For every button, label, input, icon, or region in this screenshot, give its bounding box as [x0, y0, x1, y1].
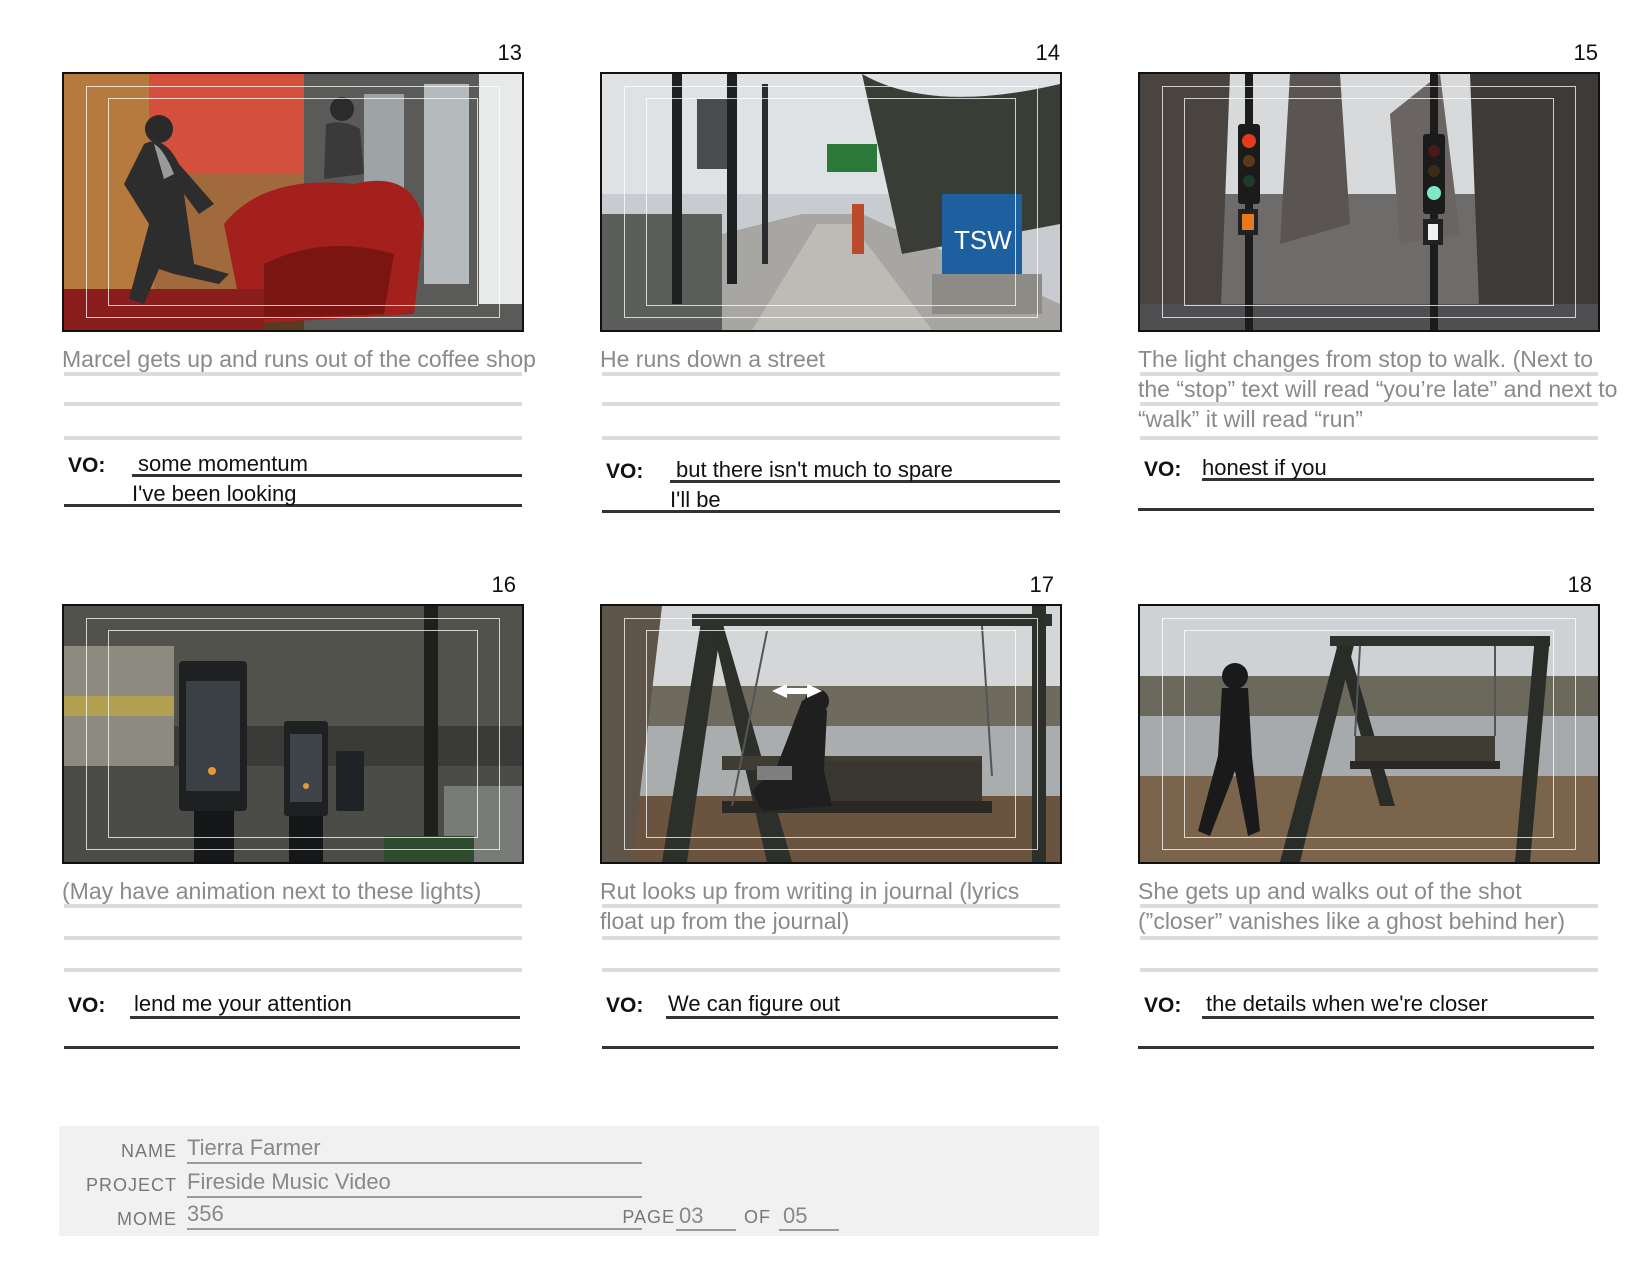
- description-area: She gets up and walks out of the shot (”…: [1138, 876, 1598, 976]
- of-label: OF: [744, 1207, 771, 1227]
- shot-description: The light changes from stop to walk. (Ne…: [1138, 346, 1618, 432]
- project-label: PROJECT: [85, 1175, 177, 1195]
- mome-label: MOME: [117, 1209, 177, 1229]
- coffee-shop-scene: [64, 74, 522, 330]
- panel-number: 13: [497, 40, 522, 65]
- vo-label: VO:: [68, 454, 106, 477]
- voice-over: VO: some momentum I've been looking: [62, 440, 522, 510]
- page-label: PAGE: [622, 1207, 675, 1227]
- vo-label: VO:: [606, 460, 644, 483]
- panel-image: [62, 72, 524, 332]
- description-area: The light changes from stop to walk. (Ne…: [1138, 344, 1617, 444]
- name-value: Tierra Farmer: [187, 1135, 321, 1160]
- shot-description: She gets up and walks out of the shot (”…: [1138, 878, 1565, 934]
- vo-line-2: I'll be: [670, 487, 721, 512]
- voice-over: VO: but there isn't much to spare I'll b…: [600, 440, 1060, 513]
- description-area: Marcel gets up and runs out of the coffe…: [62, 344, 536, 444]
- panel-image: [1138, 604, 1600, 864]
- swing-journal-scene: [602, 606, 1060, 862]
- vo-label: VO:: [1144, 458, 1182, 481]
- shot-description: Rut looks up from writing in journal (ly…: [600, 878, 1020, 934]
- vo-line-1: lend me your attention: [134, 991, 352, 1016]
- description-area: He runs down a street: [600, 344, 1060, 444]
- shot-description: Marcel gets up and runs out of the coffe…: [62, 346, 536, 372]
- panel-number: 16: [491, 572, 516, 597]
- panel-number: 15: [1573, 40, 1598, 65]
- voice-over: VO: We can figure out: [600, 986, 1060, 1056]
- traffic-light-scene: [1140, 74, 1598, 330]
- street-scene: TSW: [602, 74, 1060, 330]
- voice-over: VO: the details when we're closer: [1138, 986, 1598, 1056]
- vo-line-1: but there isn't much to spare: [676, 457, 953, 482]
- swing-walkout-scene: [1140, 606, 1598, 862]
- vo-label: VO:: [68, 994, 106, 1017]
- vo-line-1: some momentum: [138, 451, 308, 476]
- panel-number: 18: [1567, 572, 1592, 597]
- lanterns-scene: [64, 606, 522, 862]
- voice-over: VO: honest if you: [1138, 440, 1598, 511]
- vo-line-1: We can figure out: [668, 991, 841, 1016]
- panel-number: 14: [1035, 40, 1060, 65]
- vo-line-2: I've been looking: [132, 481, 297, 506]
- description-area: (May have animation next to these lights…: [62, 876, 522, 976]
- mome-value: 356: [187, 1201, 224, 1226]
- shot-description: He runs down a street: [600, 346, 826, 372]
- panel-number: 17: [1029, 572, 1054, 597]
- page-number-value: 03: [679, 1203, 704, 1228]
- name-label: NAME: [120, 1141, 177, 1161]
- description-area: Rut looks up from writing in journal (ly…: [600, 876, 1060, 976]
- panel-image: [62, 604, 524, 864]
- shot-description: (May have animation next to these lights…: [62, 878, 482, 904]
- vo-label: VO:: [1144, 994, 1182, 1017]
- tsw-sign-text: TSW: [954, 225, 1012, 255]
- total-pages-value: 05: [783, 1203, 808, 1228]
- vo-line-1: the details when we're closer: [1206, 991, 1488, 1016]
- panel-image: [1138, 72, 1600, 332]
- storyboard-footer: NAME Tierra Farmer PROJECT Fireside Musi…: [59, 1126, 1099, 1236]
- panel-image: [600, 604, 1062, 864]
- vo-line-1: honest if you: [1202, 455, 1327, 480]
- voice-over: VO: lend me your attention: [62, 986, 522, 1056]
- project-value: Fireside Music Video: [187, 1169, 391, 1194]
- panel-image: TSW: [600, 72, 1062, 332]
- vo-label: VO:: [606, 994, 644, 1017]
